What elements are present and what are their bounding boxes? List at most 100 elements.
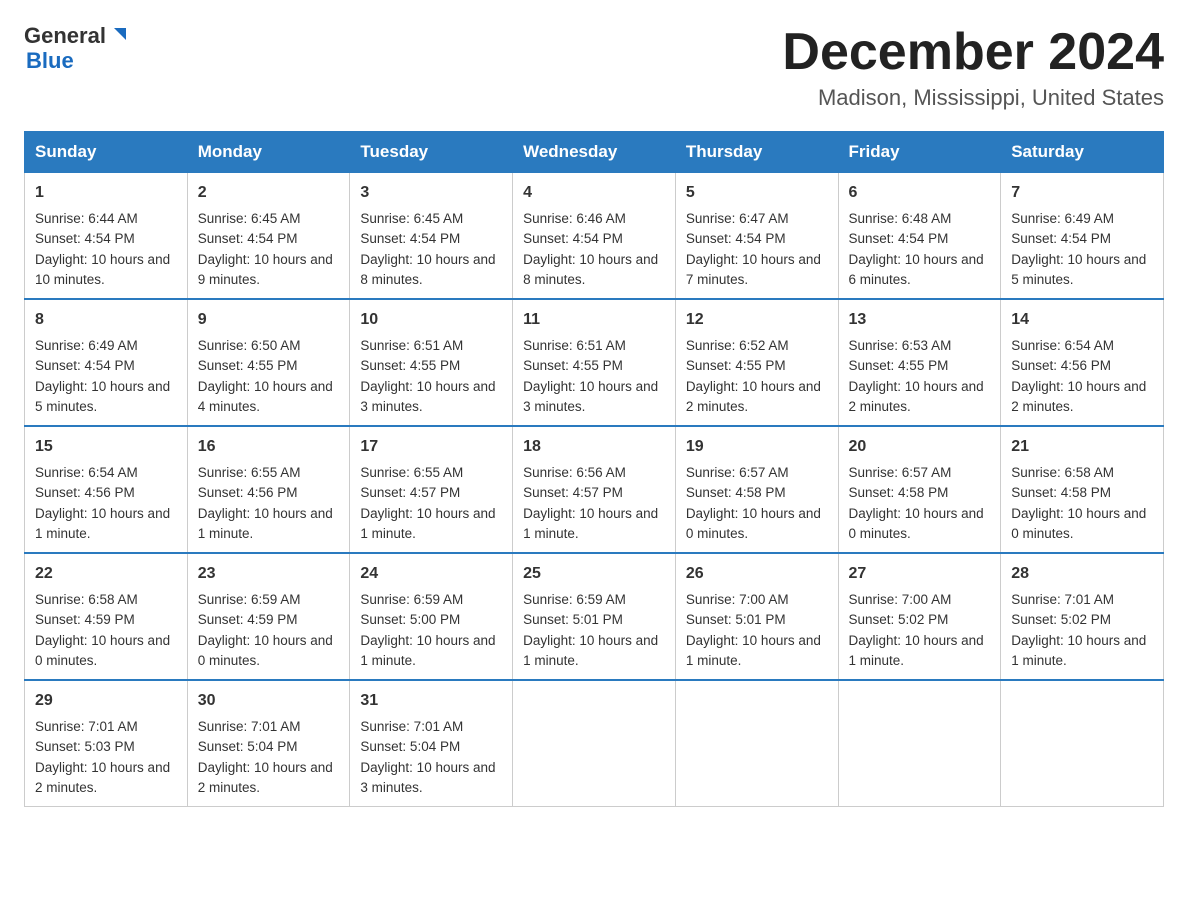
calendar-week-row: 29Sunrise: 7:01 AMSunset: 5:03 PMDayligh… [25, 680, 1164, 807]
day-number: 30 [198, 689, 340, 713]
day-info: Sunrise: 6:55 AMSunset: 4:56 PMDaylight:… [198, 465, 333, 541]
calendar-day-cell: 16Sunrise: 6:55 AMSunset: 4:56 PMDayligh… [187, 426, 350, 553]
day-info: Sunrise: 6:59 AMSunset: 4:59 PMDaylight:… [198, 592, 333, 668]
day-info: Sunrise: 6:48 AMSunset: 4:54 PMDaylight:… [849, 211, 984, 287]
day-info: Sunrise: 6:56 AMSunset: 4:57 PMDaylight:… [523, 465, 658, 541]
calendar-day-cell: 17 Sunrise: 6:55 AMSunset: 4:57 PMDayligh… [350, 426, 513, 553]
weekday-header-sunday: Sunday [25, 132, 188, 173]
day-number: 11 [523, 308, 665, 332]
calendar-week-row: 15 Sunrise: 6:54 AMSunset: 4:56 PMDayligh… [25, 426, 1164, 553]
day-info: Sunrise: 6:59 AMSunset: 5:01 PMDaylight:… [523, 592, 658, 668]
calendar-day-cell: 9 Sunrise: 6:50 AMSunset: 4:55 PMDaylight… [187, 299, 350, 426]
day-number: 3 [360, 181, 502, 205]
logo-arrow-icon [108, 24, 130, 46]
calendar-day-cell: 24Sunrise: 6:59 AMSunset: 5:00 PMDayligh… [350, 553, 513, 680]
day-info: Sunrise: 7:00 AMSunset: 5:02 PMDaylight:… [849, 592, 984, 668]
day-number: 17 [360, 435, 502, 459]
day-info: Sunrise: 6:57 AMSunset: 4:58 PMDaylight:… [849, 465, 984, 541]
calendar-day-cell [675, 680, 838, 807]
logo-blue: Blue [26, 48, 74, 74]
day-info: Sunrise: 6:49 AMSunset: 4:54 PMDaylight:… [1011, 211, 1146, 287]
calendar-day-cell: 5Sunrise: 6:47 AMSunset: 4:54 PMDaylight… [675, 173, 838, 300]
calendar-day-cell [838, 680, 1001, 807]
calendar-day-cell: 6Sunrise: 6:48 AMSunset: 4:54 PMDaylight… [838, 173, 1001, 300]
day-info: Sunrise: 7:00 AMSunset: 5:01 PMDaylight:… [686, 592, 821, 668]
day-number: 20 [849, 435, 991, 459]
day-info: Sunrise: 6:44 AMSunset: 4:54 PMDaylight:… [35, 211, 170, 287]
day-info: Sunrise: 6:50 AMSunset: 4:55 PMDaylight:… [198, 338, 333, 414]
calendar-day-cell: 23Sunrise: 6:59 AMSunset: 4:59 PMDayligh… [187, 553, 350, 680]
calendar-day-cell: 14 Sunrise: 6:54 AMSunset: 4:56 PMDayligh… [1001, 299, 1164, 426]
calendar-day-cell: 15 Sunrise: 6:54 AMSunset: 4:56 PMDayligh… [25, 426, 188, 553]
day-info: Sunrise: 6:51 AMSunset: 4:55 PMDaylight:… [360, 338, 495, 414]
day-number: 13 [849, 308, 991, 332]
day-info: Sunrise: 6:54 AMSunset: 4:56 PMDaylight:… [1011, 338, 1146, 414]
calendar-day-cell: 25 Sunrise: 6:59 AMSunset: 5:01 PMDayligh… [513, 553, 676, 680]
calendar-day-cell: 1 Sunrise: 6:44 AMSunset: 4:54 PMDaylight… [25, 173, 188, 300]
day-info: Sunrise: 6:59 AMSunset: 5:00 PMDaylight:… [360, 592, 495, 668]
day-info: Sunrise: 6:45 AMSunset: 4:54 PMDaylight:… [198, 211, 333, 287]
day-number: 15 [35, 435, 177, 459]
calendar-day-cell: 27 Sunrise: 7:00 AMSunset: 5:02 PMDayligh… [838, 553, 1001, 680]
day-number: 4 [523, 181, 665, 205]
day-number: 8 [35, 308, 177, 332]
calendar-day-cell: 10 Sunrise: 6:51 AMSunset: 4:55 PMDayligh… [350, 299, 513, 426]
location-subtitle: Madison, Mississippi, United States [782, 85, 1164, 111]
calendar-day-cell [513, 680, 676, 807]
calendar-week-row: 8 Sunrise: 6:49 AMSunset: 4:54 PMDaylight… [25, 299, 1164, 426]
day-number: 10 [360, 308, 502, 332]
calendar-day-cell: 3Sunrise: 6:45 AMSunset: 4:54 PMDaylight… [350, 173, 513, 300]
day-info: Sunrise: 6:52 AMSunset: 4:55 PMDaylight:… [686, 338, 821, 414]
calendar-day-cell: 2 Sunrise: 6:45 AMSunset: 4:54 PMDaylight… [187, 173, 350, 300]
day-number: 22 [35, 562, 177, 586]
day-number: 21 [1011, 435, 1153, 459]
calendar-day-cell: 19 Sunrise: 6:57 AMSunset: 4:58 PMDayligh… [675, 426, 838, 553]
day-number: 25 [523, 562, 665, 586]
day-number: 12 [686, 308, 828, 332]
day-number: 28 [1011, 562, 1153, 586]
calendar-day-cell: 31Sunrise: 7:01 AMSunset: 5:04 PMDayligh… [350, 680, 513, 807]
day-number: 26 [686, 562, 828, 586]
weekday-header-row: SundayMondayTuesdayWednesdayThursdayFrid… [25, 132, 1164, 173]
calendar-table: SundayMondayTuesdayWednesdayThursdayFrid… [24, 131, 1164, 807]
day-number: 2 [198, 181, 340, 205]
day-number: 7 [1011, 181, 1153, 205]
day-info: Sunrise: 7:01 AMSunset: 5:04 PMDaylight:… [360, 719, 495, 795]
day-info: Sunrise: 6:46 AMSunset: 4:54 PMDaylight:… [523, 211, 658, 287]
day-info: Sunrise: 6:55 AMSunset: 4:57 PMDaylight:… [360, 465, 495, 541]
day-info: Sunrise: 6:51 AMSunset: 4:55 PMDaylight:… [523, 338, 658, 414]
weekday-header-tuesday: Tuesday [350, 132, 513, 173]
day-info: Sunrise: 7:01 AMSunset: 5:02 PMDaylight:… [1011, 592, 1146, 668]
calendar-day-cell: 18Sunrise: 6:56 AMSunset: 4:57 PMDayligh… [513, 426, 676, 553]
calendar-week-row: 22 Sunrise: 6:58 AMSunset: 4:59 PMDayligh… [25, 553, 1164, 680]
day-number: 14 [1011, 308, 1153, 332]
day-number: 1 [35, 181, 177, 205]
calendar-day-cell: 7 Sunrise: 6:49 AMSunset: 4:54 PMDaylight… [1001, 173, 1164, 300]
day-info: Sunrise: 6:49 AMSunset: 4:54 PMDaylight:… [35, 338, 170, 414]
day-number: 9 [198, 308, 340, 332]
day-info: Sunrise: 6:58 AMSunset: 4:59 PMDaylight:… [35, 592, 170, 668]
logo-general: General [24, 24, 106, 48]
calendar-day-cell: 29Sunrise: 7:01 AMSunset: 5:03 PMDayligh… [25, 680, 188, 807]
calendar-day-cell: 30 Sunrise: 7:01 AMSunset: 5:04 PMDayligh… [187, 680, 350, 807]
day-info: Sunrise: 6:57 AMSunset: 4:58 PMDaylight:… [686, 465, 821, 541]
weekday-header-saturday: Saturday [1001, 132, 1164, 173]
calendar-day-cell: 8 Sunrise: 6:49 AMSunset: 4:54 PMDaylight… [25, 299, 188, 426]
calendar-day-cell: 20 Sunrise: 6:57 AMSunset: 4:58 PMDayligh… [838, 426, 1001, 553]
calendar-day-cell: 11 Sunrise: 6:51 AMSunset: 4:55 PMDayligh… [513, 299, 676, 426]
day-info: Sunrise: 6:54 AMSunset: 4:56 PMDaylight:… [35, 465, 170, 541]
day-info: Sunrise: 6:53 AMSunset: 4:55 PMDaylight:… [849, 338, 984, 414]
weekday-header-wednesday: Wednesday [513, 132, 676, 173]
day-number: 19 [686, 435, 828, 459]
day-info: Sunrise: 7:01 AMSunset: 5:04 PMDaylight:… [198, 719, 333, 795]
calendar-day-cell: 4 Sunrise: 6:46 AMSunset: 4:54 PMDaylight… [513, 173, 676, 300]
calendar-day-cell: 28 Sunrise: 7:01 AMSunset: 5:02 PMDayligh… [1001, 553, 1164, 680]
day-number: 27 [849, 562, 991, 586]
logo: General Blue [24, 24, 130, 74]
calendar-day-cell [1001, 680, 1164, 807]
calendar-day-cell: 12 Sunrise: 6:52 AMSunset: 4:55 PMDayligh… [675, 299, 838, 426]
calendar-day-cell: 22 Sunrise: 6:58 AMSunset: 4:59 PMDayligh… [25, 553, 188, 680]
day-info: Sunrise: 6:58 AMSunset: 4:58 PMDaylight:… [1011, 465, 1146, 541]
weekday-header-thursday: Thursday [675, 132, 838, 173]
weekday-header-monday: Monday [187, 132, 350, 173]
